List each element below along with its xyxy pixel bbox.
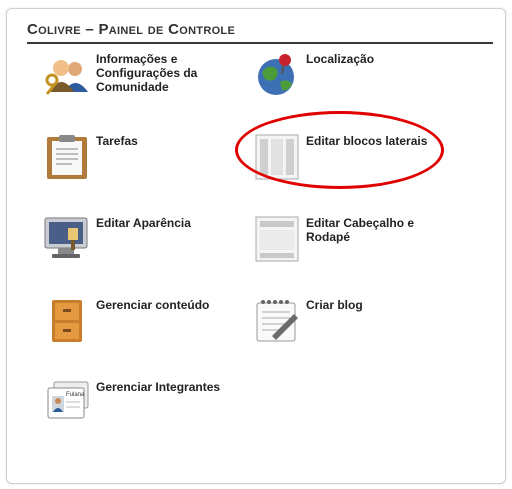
- edit-appearance-label: Editar Aparência: [96, 216, 191, 230]
- location-label: Localização: [306, 52, 375, 66]
- drawer-cabinet-icon: [44, 298, 90, 344]
- people-key-icon: [44, 52, 90, 98]
- create-blog-label: Criar blog: [306, 298, 363, 312]
- edit-header-footer-label: Editar Cabeçalho e Rodapé: [306, 216, 415, 244]
- panel-title: Colivre – Painel de Controle: [27, 20, 493, 44]
- manage-members-link[interactable]: Fulana Gerenciar Integrantes: [44, 380, 244, 450]
- clipboard-icon: [44, 134, 90, 180]
- notepad-pen-icon: [254, 298, 300, 344]
- edit-appearance-link[interactable]: Editar Aparência: [44, 216, 244, 286]
- location-link[interactable]: Localização: [254, 52, 454, 122]
- member-card-name: Fulana: [66, 392, 85, 398]
- member-cards-icon: Fulana: [44, 380, 90, 426]
- tasks-label: Tarefas: [96, 134, 138, 148]
- edit-header-footer-link[interactable]: Editar Cabeçalho e Rodapé: [254, 216, 454, 286]
- manage-content-link[interactable]: Gerenciar conteúdo: [44, 298, 244, 368]
- community-settings-label: Informações e Configurações da Comunidad…: [96, 52, 198, 94]
- create-blog-link[interactable]: Criar blog: [254, 298, 454, 368]
- monitor-paint-icon: [44, 216, 90, 262]
- side-blocks-icon: [254, 134, 300, 180]
- manage-content-label: Gerenciar conteúdo: [96, 298, 210, 312]
- edit-side-blocks-link[interactable]: Editar blocos laterais: [254, 134, 454, 204]
- community-settings-link[interactable]: Informações e Configurações da Comunidad…: [44, 52, 244, 122]
- header-footer-icon: [254, 216, 300, 262]
- edit-side-blocks-label: Editar blocos laterais: [306, 134, 428, 148]
- tasks-link[interactable]: Tarefas: [44, 134, 244, 204]
- manage-members-label: Gerenciar Integrantes: [96, 380, 221, 394]
- globe-pin-icon: [254, 52, 300, 98]
